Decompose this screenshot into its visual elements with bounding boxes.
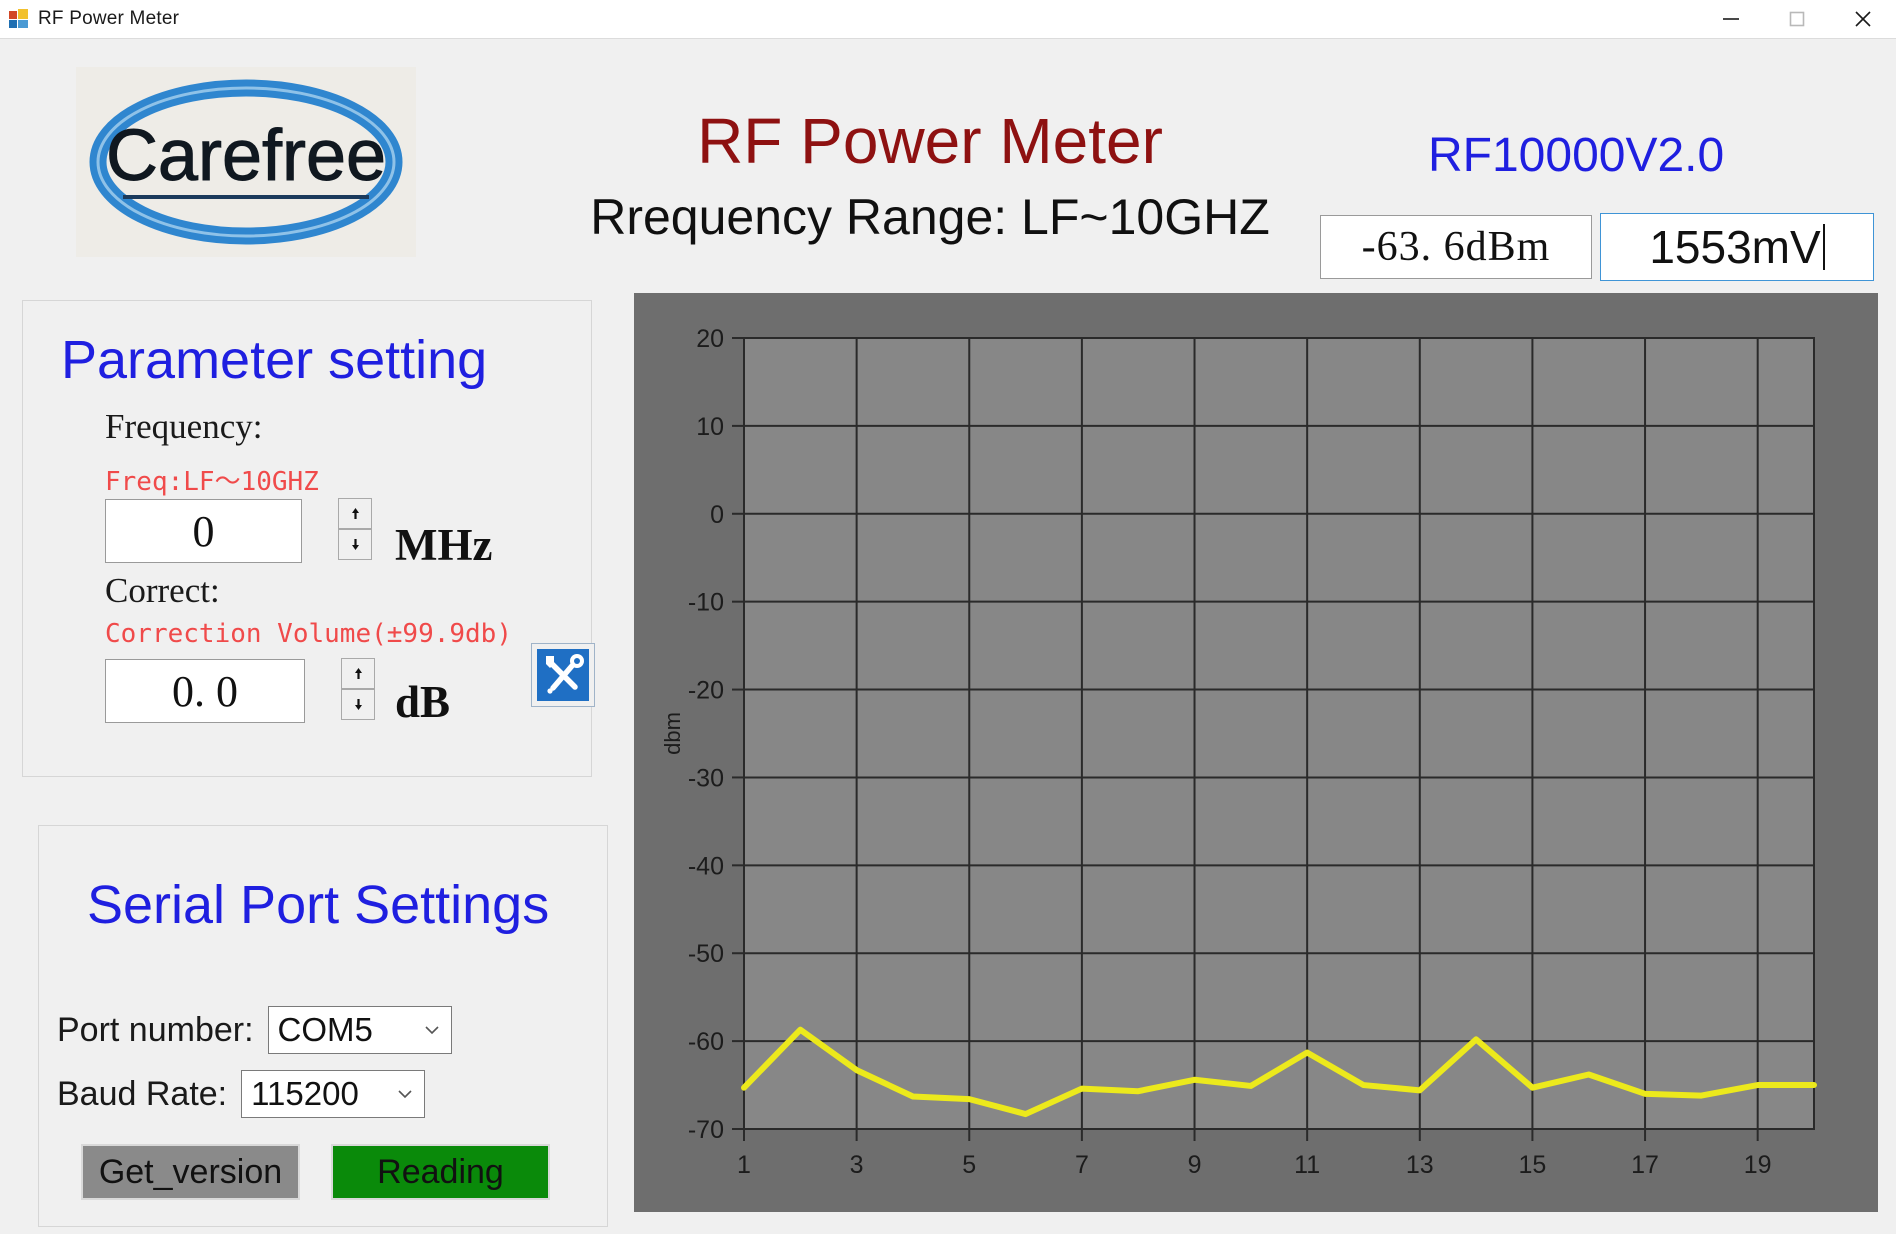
- maximize-icon: [1789, 11, 1805, 27]
- x-tick-label: 1: [737, 1151, 751, 1179]
- frequency-stepper[interactable]: [338, 498, 372, 560]
- x-tick-label: 17: [1631, 1151, 1659, 1179]
- frequency-hint: Freq:LF～10GHZ: [105, 467, 319, 497]
- baud-rate-value: 115200: [251, 1075, 359, 1112]
- version-label: RF10000V2.0: [1428, 129, 1725, 182]
- y-tick-label: 10: [696, 413, 724, 441]
- y-tick-label: -70: [688, 1116, 724, 1144]
- x-tick-label: 13: [1406, 1151, 1434, 1179]
- frequency-label: Frequency:: [105, 407, 263, 446]
- baud-rate-label: Baud Rate:: [57, 1074, 228, 1113]
- correct-label: Correct:: [105, 571, 220, 610]
- window-controls: [1698, 0, 1896, 38]
- x-tick-label: 15: [1519, 1151, 1547, 1179]
- frequency-input[interactable]: 0: [105, 499, 302, 563]
- y-tick-label: -10: [688, 589, 724, 617]
- arrow-up-icon: [351, 508, 359, 519]
- minimize-button[interactable]: [1698, 0, 1764, 38]
- y-tick-label: -20: [688, 677, 724, 705]
- frequency-step-down-button[interactable]: [338, 529, 372, 560]
- carefree-logo-icon: Carefree: [89, 79, 403, 245]
- company-logo: Carefree: [76, 67, 416, 257]
- svg-text:Carefree: Carefree: [106, 116, 386, 196]
- x-tick-label: 9: [1188, 1151, 1202, 1179]
- correction-step-down-button[interactable]: [341, 689, 375, 720]
- x-tick-label: 3: [850, 1151, 864, 1179]
- arrow-down-icon: [354, 699, 362, 710]
- port-number-select[interactable]: COM5: [267, 1006, 452, 1054]
- maximize-button[interactable]: [1764, 0, 1830, 38]
- wrench-screwdriver-icon: [537, 649, 589, 701]
- arrow-up-icon: [354, 668, 362, 679]
- port-number-value: COM5: [277, 1011, 373, 1048]
- y-tick-label: -30: [688, 764, 724, 792]
- parameter-panel-title: Parameter setting: [61, 330, 488, 390]
- baud-rate-select[interactable]: 115200: [241, 1070, 426, 1118]
- y-tick-label: -40: [688, 852, 724, 880]
- serial-panel-title: Serial Port Settings: [87, 875, 550, 935]
- port-number-row: Port number: COM5: [57, 1006, 452, 1054]
- reading-button[interactable]: Reading: [331, 1144, 550, 1200]
- title-bar: RF Power Meter: [0, 0, 1896, 39]
- x-tick-label: 5: [962, 1151, 976, 1179]
- dbm-readout: -63. 6dBm: [1320, 215, 1592, 279]
- parameter-setting-panel: Parameter setting Frequency: Freq:LF～10G…: [22, 300, 595, 777]
- chevron-down-icon: [397, 1089, 413, 1099]
- baud-rate-row: Baud Rate: 115200: [57, 1070, 426, 1118]
- correct-hint: Correction Volume(±99.9db): [105, 619, 512, 649]
- app-tiles-icon: [9, 9, 29, 29]
- page-title: RF Power Meter: [697, 105, 1163, 177]
- x-tick-label: 7: [1075, 1151, 1089, 1179]
- correction-step-up-button[interactable]: [341, 658, 375, 689]
- mv-readout-field[interactable]: 1553mV: [1600, 213, 1874, 281]
- correction-unit-label: dB: [395, 677, 451, 727]
- x-tick-label: 19: [1744, 1151, 1772, 1179]
- page-subtitle: Rrequency Range: LF~10GHZ: [590, 189, 1270, 245]
- chevron-down-icon: [424, 1025, 440, 1035]
- close-button[interactable]: [1830, 0, 1896, 38]
- x-tick-label: 11: [1294, 1151, 1320, 1179]
- frequency-step-up-button[interactable]: [338, 498, 372, 529]
- power-chart-svg: 20100-10-20-30-40-50-60-701 3 5 7 9 11 13 15 17 1…: [634, 293, 1878, 1212]
- arrow-down-icon: [351, 539, 359, 550]
- plot-area: [744, 338, 1814, 1129]
- frequency-unit-label: MHz: [395, 520, 493, 570]
- mv-readout-value: 1553mV: [1649, 221, 1821, 273]
- get-version-button[interactable]: Get_version: [81, 1144, 300, 1200]
- y-tick-label: 20: [696, 325, 724, 353]
- text-cursor: [1822, 224, 1825, 270]
- close-icon: [1855, 11, 1871, 27]
- y-tick-label: -50: [688, 940, 724, 968]
- tools-button[interactable]: [531, 643, 595, 707]
- correction-input[interactable]: 0. 0: [105, 659, 305, 723]
- correction-stepper[interactable]: [341, 658, 375, 720]
- power-chart[interactable]: 20 10 0 -10 -20 -30 -40 -50 -60 -70 1 3 5 7 9 11 13 15 17 1…: [634, 293, 1878, 1212]
- port-number-label: Port number:: [57, 1010, 254, 1049]
- minimize-icon: [1723, 18, 1739, 20]
- y-tick-label: -60: [688, 1028, 724, 1056]
- serial-port-settings-panel: Serial Port Settings Port number: COM5 B…: [38, 825, 608, 1227]
- y-axis-label: dbm: [660, 712, 685, 755]
- y-tick-label: 0: [710, 501, 724, 529]
- window-title: RF Power Meter: [38, 8, 180, 29]
